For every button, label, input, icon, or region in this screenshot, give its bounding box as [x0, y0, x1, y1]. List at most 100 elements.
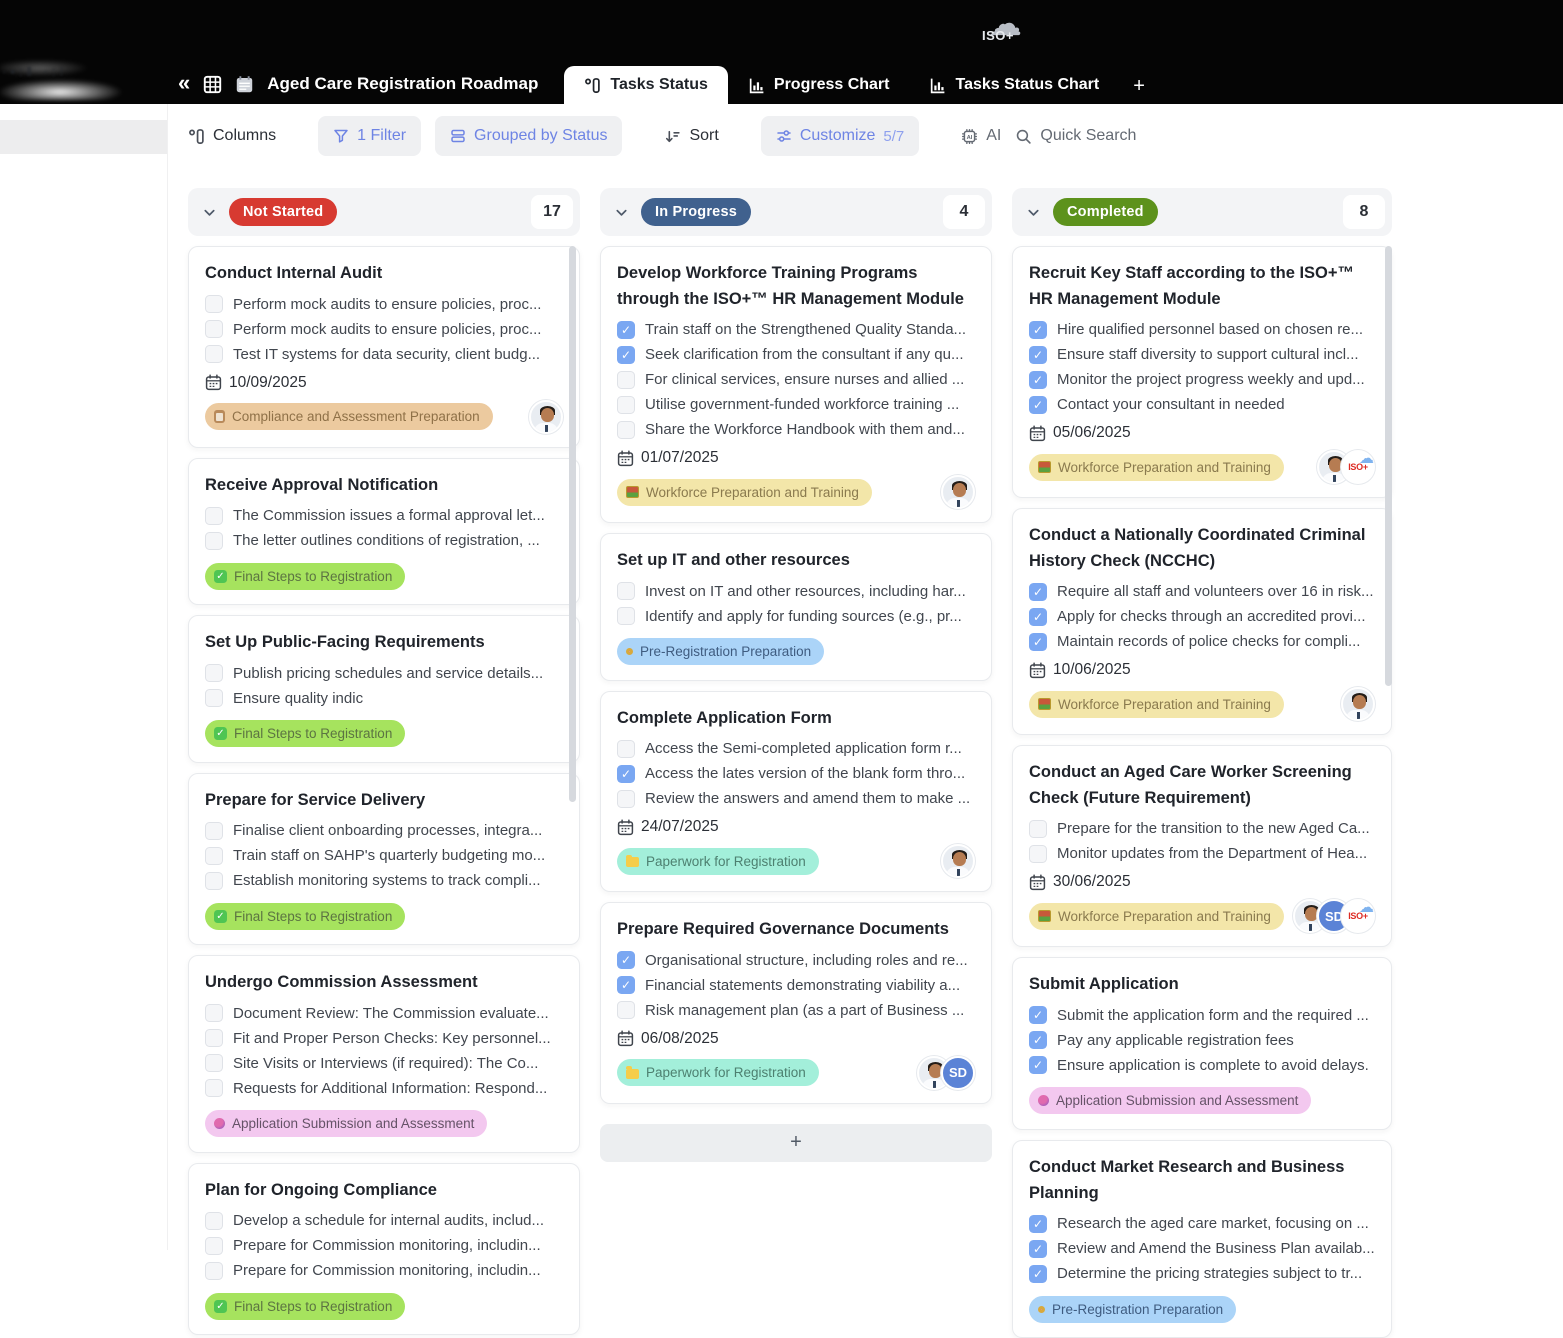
checkbox-unchecked[interactable]: [1029, 820, 1047, 838]
checkbox-checked[interactable]: ✓: [1029, 321, 1047, 339]
checkbox-checked[interactable]: ✓: [1029, 346, 1047, 364]
checkbox-unchecked[interactable]: [205, 1262, 223, 1280]
checkbox-unchecked[interactable]: [205, 847, 223, 865]
task-card[interactable]: Conduct an Aged Care Worker Screening Ch…: [1012, 745, 1392, 947]
task-card[interactable]: Set up IT and other resourcesInvest on I…: [600, 533, 992, 681]
task-card[interactable]: Set Up Public-Facing RequirementsPublish…: [188, 615, 580, 763]
checkbox-checked[interactable]: ✓: [1029, 396, 1047, 414]
avatar-tie: [957, 500, 960, 509]
checkbox-checked[interactable]: ✓: [1029, 1006, 1047, 1024]
status-pill-in-progress: In Progress: [641, 198, 751, 226]
checkbox-checked[interactable]: ✓: [617, 321, 635, 339]
checkbox-checked[interactable]: ✓: [1029, 371, 1047, 389]
iso-plus-cloud-logo: ☁ ISO+: [976, 8, 1036, 54]
checkbox-unchecked[interactable]: [205, 872, 223, 890]
checkbox-unchecked[interactable]: [617, 740, 635, 758]
group-by-button[interactable]: Grouped by Status: [435, 116, 622, 156]
checkbox-checked[interactable]: ✓: [1029, 633, 1047, 651]
checkbox-unchecked[interactable]: [205, 320, 223, 338]
task-card[interactable]: Conduct a Nationally Coordinated Crimina…: [1012, 508, 1392, 735]
checkbox-unchecked[interactable]: [205, 1079, 223, 1097]
task-card[interactable]: Conduct Market Research and Business Pla…: [1012, 1140, 1392, 1338]
compass-icon: [626, 648, 633, 655]
checkbox-unchecked[interactable]: [617, 790, 635, 808]
category-tag-label: Workforce Preparation and Training: [1058, 697, 1271, 712]
avatar-tie: [1309, 924, 1312, 933]
collapse-sidebar-icon[interactable]: «: [178, 72, 190, 97]
task-card[interactable]: Submit Application✓Submit the applicatio…: [1012, 957, 1392, 1130]
checkbox-unchecked[interactable]: [205, 295, 223, 313]
customize-button[interactable]: Customize 5/7: [761, 116, 919, 156]
checkbox-unchecked[interactable]: [205, 507, 223, 525]
subtask-text: Access the Semi-completed application fo…: [645, 740, 962, 757]
checkbox-unchecked[interactable]: [205, 1004, 223, 1022]
svg-text:AI: AI: [967, 134, 973, 140]
checkbox-checked[interactable]: ✓: [1029, 1031, 1047, 1049]
checkbox-unchecked[interactable]: [617, 582, 635, 600]
tab-tasks-status-chart[interactable]: Tasks Status Chart: [909, 66, 1119, 104]
checkbox-checked[interactable]: ✓: [617, 346, 635, 364]
checkbox-unchecked[interactable]: [617, 607, 635, 625]
checkbox-unchecked[interactable]: [205, 689, 223, 707]
checkbox-checked[interactable]: ✓: [617, 765, 635, 783]
avatar-sd-initials: SD: [941, 1056, 975, 1090]
task-card[interactable]: Conduct Internal AuditPerform mock audit…: [188, 246, 580, 448]
chevron-down-icon[interactable]: [614, 205, 629, 220]
ai-button[interactable]: AI AI: [961, 127, 1001, 145]
checkbox-checked[interactable]: ✓: [1029, 583, 1047, 601]
checkbox-unchecked[interactable]: [617, 1001, 635, 1019]
task-card[interactable]: Prepare for Service DeliveryFinalise cli…: [188, 773, 580, 946]
checkbox-unchecked[interactable]: [617, 371, 635, 389]
due-date-text: 10/09/2025: [229, 374, 307, 392]
task-card[interactable]: Complete Application FormAccess the Semi…: [600, 691, 992, 893]
task-card[interactable]: Prepare Required Governance Documents✓Or…: [600, 902, 992, 1104]
table-grid-icon[interactable]: [203, 75, 222, 94]
task-card[interactable]: Develop Workforce Training Programs thro…: [600, 246, 992, 523]
checkbox-checked[interactable]: ✓: [1029, 1240, 1047, 1258]
checkbox-checked[interactable]: ✓: [1029, 1215, 1047, 1233]
tab-progress-chart[interactable]: Progress Chart: [728, 66, 910, 104]
checkbox-checked[interactable]: ✓: [617, 951, 635, 969]
filter-button[interactable]: 1 Filter: [318, 116, 421, 156]
task-card[interactable]: Undergo Commission AssessmentDocument Re…: [188, 955, 580, 1153]
checkbox-checked[interactable]: ✓: [1029, 1056, 1047, 1074]
quick-search-button[interactable]: Quick Search: [1015, 127, 1136, 145]
columns-button[interactable]: Columns: [188, 127, 276, 145]
add-card-button[interactable]: +: [600, 1124, 992, 1162]
add-view-button[interactable]: +: [1119, 75, 1159, 104]
board-column-in-progress: In Progress4Develop Workforce Training P…: [600, 188, 992, 1162]
task-card[interactable]: Plan for Ongoing ComplianceDevelop a sch…: [188, 1163, 580, 1336]
column-scrollbar-thumb[interactable]: [1385, 246, 1392, 686]
subtask-row: Prepare for Commission monitoring, inclu…: [205, 1233, 563, 1258]
checkbox-unchecked[interactable]: [205, 1237, 223, 1255]
checkbox-unchecked[interactable]: [205, 822, 223, 840]
checkbox-unchecked[interactable]: [1029, 845, 1047, 863]
checkbox-unchecked[interactable]: [205, 664, 223, 682]
checkbox-unchecked[interactable]: [205, 1212, 223, 1230]
task-card[interactable]: Receive Approval NotificationThe Commiss…: [188, 458, 580, 606]
bar-chart-icon: [929, 77, 946, 94]
checkbox-unchecked[interactable]: [205, 1029, 223, 1047]
checkbox-checked[interactable]: ✓: [617, 976, 635, 994]
task-card[interactable]: Recruit Key Staff according to the ISO+™…: [1012, 246, 1392, 498]
sort-button[interactable]: Sort: [664, 127, 718, 145]
chevron-down-icon[interactable]: [202, 205, 217, 220]
subtask-row: ✓Train staff on the Strengthened Quality…: [617, 317, 975, 342]
checkbox-unchecked[interactable]: [205, 532, 223, 550]
column-scrollbar-thumb[interactable]: [569, 246, 576, 802]
subtask-text: Monitor the project progress weekly and …: [1057, 371, 1365, 388]
subtask-text: Access the lates version of the blank fo…: [645, 765, 965, 782]
checkbox-checked[interactable]: ✓: [1029, 608, 1047, 626]
checkbox-checked[interactable]: ✓: [1029, 1265, 1047, 1283]
chevron-down-icon[interactable]: [1026, 205, 1041, 220]
category-tag-label: Workforce Preparation and Training: [646, 485, 859, 500]
checkbox-unchecked[interactable]: [205, 345, 223, 363]
subtask-text: Site Visits or Interviews (if required):…: [233, 1055, 538, 1072]
checkbox-unchecked[interactable]: [617, 396, 635, 414]
avatar-photo: [1341, 687, 1375, 721]
checkbox-unchecked[interactable]: [617, 421, 635, 439]
task-title: Plan for Ongoing Compliance: [205, 1178, 563, 1204]
tab-row: « Aged Care Registration Roadmap Tasks S…: [178, 64, 1159, 104]
checkbox-unchecked[interactable]: [205, 1054, 223, 1072]
tab-tasks-status[interactable]: Tasks Status: [564, 66, 728, 104]
